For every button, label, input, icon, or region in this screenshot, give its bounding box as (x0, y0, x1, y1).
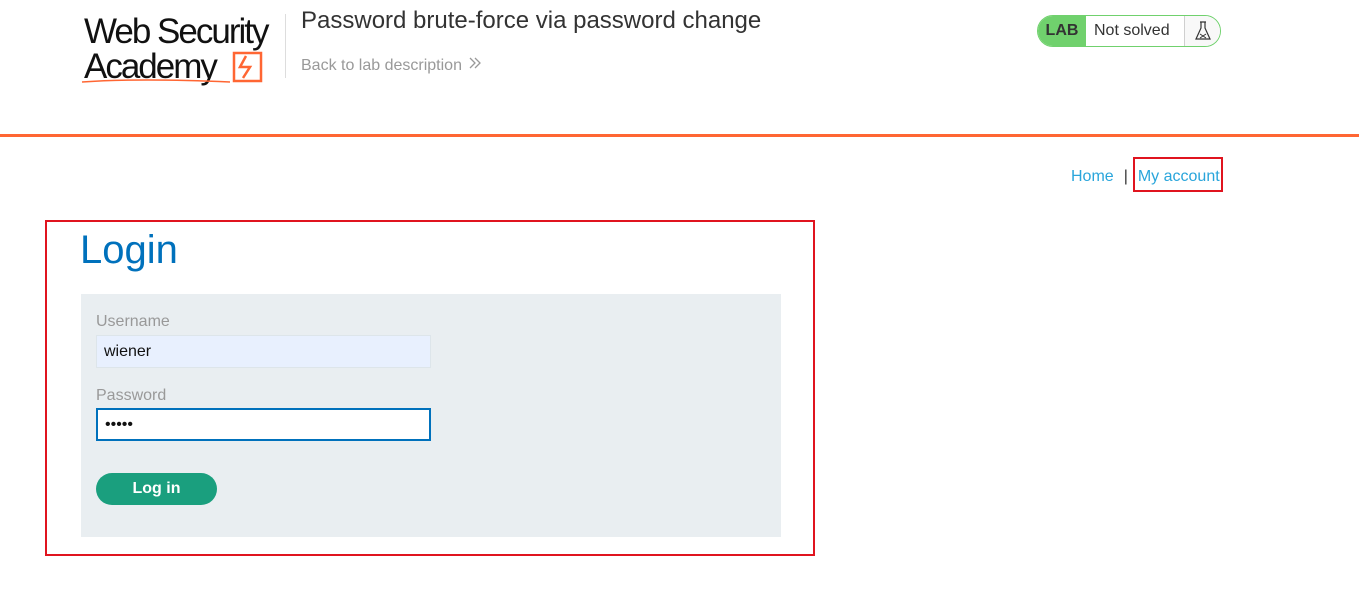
header-accent-rule (0, 134, 1359, 137)
back-to-lab-description-link[interactable]: Back to lab description (301, 56, 482, 75)
web-security-academy-logo[interactable]: Web Security Academy (80, 12, 285, 88)
lab-status-text: Not solved (1094, 22, 1170, 39)
lab-badge: LAB (1038, 16, 1086, 46)
double-chevron-right-icon (468, 56, 482, 75)
logo-text-line1: Web Security (84, 12, 270, 51)
header-divider (285, 14, 286, 78)
lab-title: Password brute-force via password change (301, 7, 762, 34)
lab-status-widget: LAB Not solved (1037, 15, 1221, 47)
nav-separator: | (1123, 168, 1128, 185)
nav-home-link[interactable]: Home (1071, 168, 1114, 186)
flask-icon (1184, 16, 1220, 46)
my-account-highlight-box (1133, 157, 1223, 192)
site-header: Web Security Academy Password brute-forc… (0, 0, 1359, 135)
login-section-highlight-box (45, 220, 815, 556)
back-link-label: Back to lab description (301, 56, 462, 74)
